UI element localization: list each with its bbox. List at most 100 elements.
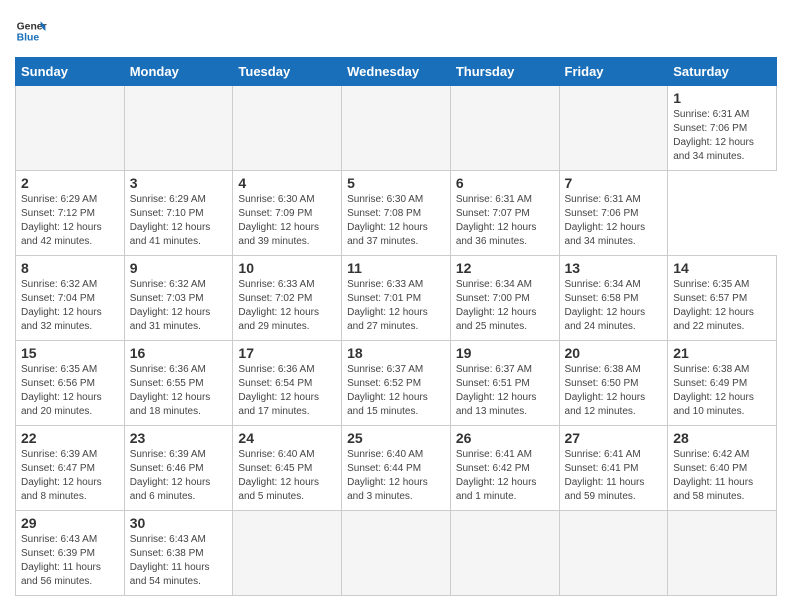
calendar-table: SundayMondayTuesdayWednesdayThursdayFrid… <box>15 57 777 596</box>
day-info: Sunrise: 6:31 AMSunset: 7:06 PMDaylight:… <box>673 108 771 164</box>
day-cell-12: 12Sunrise: 6:34 AMSunset: 7:00 PMDayligh… <box>450 256 559 341</box>
day-cell-20: 20 Sunrise: 6:38 AMSunset: 6:50 PMDayligh… <box>559 341 668 426</box>
day-info: Sunrise: 6:41 AMSunset: 6:41 PMDaylight:… <box>565 448 663 504</box>
empty-cell <box>16 86 125 171</box>
day-cell-25: 25 Sunrise: 6:40 AMSunset: 6:44 PMDayligh… <box>342 426 451 511</box>
day-number: 18 <box>347 345 445 361</box>
day-info: Sunrise: 6:42 AMSunset: 6:40 PMDaylight:… <box>673 448 771 504</box>
day-cell-26: 26 Sunrise: 6:41 AMSunset: 6:42 PMDayligh… <box>450 426 559 511</box>
day-number: 30 <box>130 515 228 531</box>
day-number: 26 <box>456 430 554 446</box>
col-header-friday: Friday <box>559 58 668 86</box>
day-info: Sunrise: 6:43 AMSunset: 6:39 PMDaylight:… <box>21 533 119 589</box>
empty-cell <box>342 511 451 596</box>
day-number: 25 <box>347 430 445 446</box>
day-cell-9: 9 Sunrise: 6:32 AMSunset: 7:03 PMDaylight… <box>124 256 233 341</box>
svg-text:Blue: Blue <box>17 33 40 44</box>
day-cell-4: 4Sunrise: 6:30 AMSunset: 7:09 PMDaylight… <box>233 171 342 256</box>
col-header-monday: Monday <box>124 58 233 86</box>
day-info: Sunrise: 6:31 AMSunset: 7:06 PMDaylight:… <box>565 193 663 249</box>
day-cell-17: 17 Sunrise: 6:36 AMSunset: 6:54 PMDayligh… <box>233 341 342 426</box>
col-header-tuesday: Tuesday <box>233 58 342 86</box>
day-number: 24 <box>238 430 336 446</box>
logo-icon: General Blue <box>15 15 47 47</box>
day-cell-6: 6 Sunrise: 6:31 AMSunset: 7:07 PMDaylight… <box>450 171 559 256</box>
day-info: Sunrise: 6:40 AMSunset: 6:44 PMDaylight:… <box>347 448 445 504</box>
day-info: Sunrise: 6:34 AMSunset: 6:58 PMDaylight:… <box>565 278 663 334</box>
day-cell-24: 24Sunrise: 6:40 AMSunset: 6:45 PMDayligh… <box>233 426 342 511</box>
day-number: 14 <box>673 260 771 276</box>
day-number: 20 <box>565 345 663 361</box>
logo: General Blue <box>15 15 47 47</box>
day-cell-14: 14Sunrise: 6:35 AMSunset: 6:57 PMDayligh… <box>668 256 777 341</box>
day-number: 19 <box>456 345 554 361</box>
day-info: Sunrise: 6:31 AMSunset: 7:07 PMDaylight:… <box>456 193 554 249</box>
day-info: Sunrise: 6:32 AMSunset: 7:04 PMDaylight:… <box>21 278 119 334</box>
calendar-week-4: 15Sunrise: 6:35 AMSunset: 6:56 PMDayligh… <box>16 341 777 426</box>
day-number: 21 <box>673 345 771 361</box>
day-cell-11: 11Sunrise: 6:33 AMSunset: 7:01 PMDayligh… <box>342 256 451 341</box>
day-info: Sunrise: 6:39 AMSunset: 6:46 PMDaylight:… <box>130 448 228 504</box>
day-number: 8 <box>21 260 119 276</box>
day-cell-5: 5 Sunrise: 6:30 AMSunset: 7:08 PMDaylight… <box>342 171 451 256</box>
day-number: 22 <box>21 430 119 446</box>
day-number: 13 <box>565 260 663 276</box>
empty-cell <box>450 86 559 171</box>
calendar-week-2: 2 Sunrise: 6:29 AMSunset: 7:12 PMDaylight… <box>16 171 777 256</box>
day-cell-1: 1 Sunrise: 6:31 AMSunset: 7:06 PMDaylight… <box>668 86 777 171</box>
day-info: Sunrise: 6:39 AMSunset: 6:47 PMDaylight:… <box>21 448 119 504</box>
day-number: 1 <box>673 90 771 106</box>
day-number: 16 <box>130 345 228 361</box>
empty-cell <box>233 511 342 596</box>
day-info: Sunrise: 6:43 AMSunset: 6:38 PMDaylight:… <box>130 533 228 589</box>
empty-cell <box>668 511 777 596</box>
day-number: 28 <box>673 430 771 446</box>
day-info: Sunrise: 6:38 AMSunset: 6:50 PMDaylight:… <box>565 363 663 419</box>
header: General Blue <box>15 15 777 47</box>
day-cell-18: 18Sunrise: 6:37 AMSunset: 6:52 PMDayligh… <box>342 341 451 426</box>
day-info: Sunrise: 6:37 AMSunset: 6:51 PMDaylight:… <box>456 363 554 419</box>
day-info: Sunrise: 6:38 AMSunset: 6:49 PMDaylight:… <box>673 363 771 419</box>
day-cell-29: 29Sunrise: 6:43 AMSunset: 6:39 PMDayligh… <box>16 511 125 596</box>
day-number: 5 <box>347 175 445 191</box>
day-number: 2 <box>21 175 119 191</box>
header-row: SundayMondayTuesdayWednesdayThursdayFrid… <box>16 58 777 86</box>
day-cell-19: 19 Sunrise: 6:37 AMSunset: 6:51 PMDayligh… <box>450 341 559 426</box>
day-info: Sunrise: 6:33 AMSunset: 7:02 PMDaylight:… <box>238 278 336 334</box>
empty-cell <box>559 511 668 596</box>
day-info: Sunrise: 6:41 AMSunset: 6:42 PMDaylight:… <box>456 448 554 504</box>
day-cell-3: 3Sunrise: 6:29 AMSunset: 7:10 PMDaylight… <box>124 171 233 256</box>
day-info: Sunrise: 6:29 AMSunset: 7:12 PMDaylight:… <box>21 193 119 249</box>
calendar-week-1: 1 Sunrise: 6:31 AMSunset: 7:06 PMDaylight… <box>16 86 777 171</box>
day-number: 6 <box>456 175 554 191</box>
day-number: 11 <box>347 260 445 276</box>
day-cell-16: 16 Sunrise: 6:36 AMSunset: 6:55 PMDayligh… <box>124 341 233 426</box>
day-cell-21: 21 Sunrise: 6:38 AMSunset: 6:49 PMDayligh… <box>668 341 777 426</box>
empty-cell <box>233 86 342 171</box>
day-cell-15: 15Sunrise: 6:35 AMSunset: 6:56 PMDayligh… <box>16 341 125 426</box>
day-number: 23 <box>130 430 228 446</box>
day-number: 9 <box>130 260 228 276</box>
day-info: Sunrise: 6:35 AMSunset: 6:56 PMDaylight:… <box>21 363 119 419</box>
day-number: 3 <box>130 175 228 191</box>
day-number: 17 <box>238 345 336 361</box>
day-info: Sunrise: 6:30 AMSunset: 7:08 PMDaylight:… <box>347 193 445 249</box>
day-cell-10: 10 Sunrise: 6:33 AMSunset: 7:02 PMDayligh… <box>233 256 342 341</box>
col-header-sunday: Sunday <box>16 58 125 86</box>
day-cell-7: 7Sunrise: 6:31 AMSunset: 7:06 PMDaylight… <box>559 171 668 256</box>
calendar-week-5: 22 Sunrise: 6:39 AMSunset: 6:47 PMDayligh… <box>16 426 777 511</box>
empty-cell <box>124 86 233 171</box>
day-info: Sunrise: 6:36 AMSunset: 6:55 PMDaylight:… <box>130 363 228 419</box>
day-cell-22: 22 Sunrise: 6:39 AMSunset: 6:47 PMDayligh… <box>16 426 125 511</box>
col-header-thursday: Thursday <box>450 58 559 86</box>
day-number: 27 <box>565 430 663 446</box>
day-info: Sunrise: 6:36 AMSunset: 6:54 PMDaylight:… <box>238 363 336 419</box>
day-number: 10 <box>238 260 336 276</box>
day-cell-23: 23 Sunrise: 6:39 AMSunset: 6:46 PMDayligh… <box>124 426 233 511</box>
day-cell-2: 2 Sunrise: 6:29 AMSunset: 7:12 PMDaylight… <box>16 171 125 256</box>
day-info: Sunrise: 6:32 AMSunset: 7:03 PMDaylight:… <box>130 278 228 334</box>
day-cell-27: 27 Sunrise: 6:41 AMSunset: 6:41 PMDayligh… <box>559 426 668 511</box>
col-header-wednesday: Wednesday <box>342 58 451 86</box>
day-info: Sunrise: 6:34 AMSunset: 7:00 PMDaylight:… <box>456 278 554 334</box>
calendar-week-6: 29Sunrise: 6:43 AMSunset: 6:39 PMDayligh… <box>16 511 777 596</box>
